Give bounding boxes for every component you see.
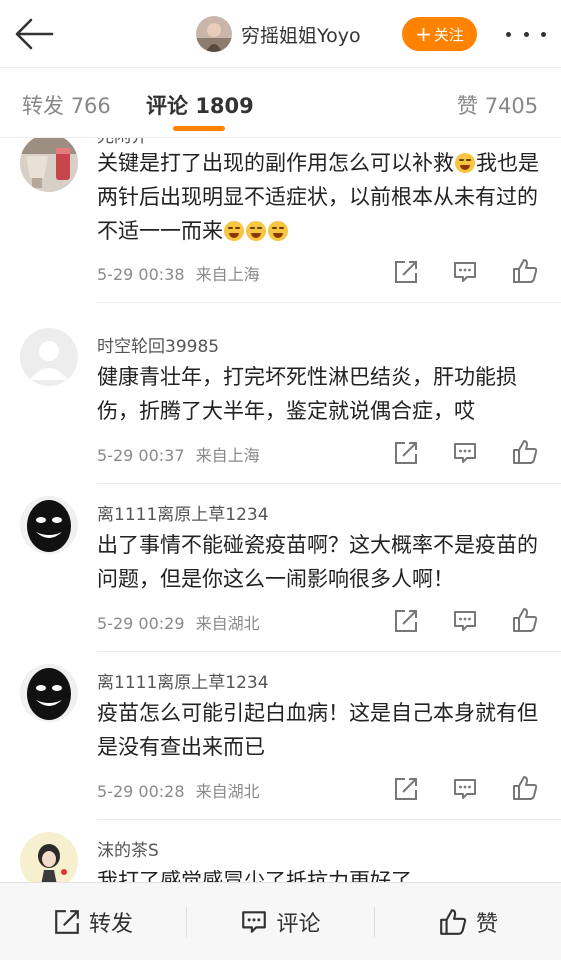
commenter-avatar[interactable] bbox=[20, 832, 78, 882]
crying-laughing-emoji-icon bbox=[455, 153, 475, 173]
comment-meta: 5-29 00:28 来自湖北 bbox=[97, 778, 260, 802]
tab-comments-count: 1809 bbox=[195, 94, 254, 118]
comment-meta: 5-29 00:29 来自湖北 bbox=[97, 610, 260, 634]
commenter-name[interactable]: 沫的茶S bbox=[97, 836, 159, 861]
like-icon[interactable] bbox=[511, 438, 541, 468]
comment-time: 5-29 00:38 bbox=[97, 265, 185, 284]
tab-repost-label: 转发 bbox=[22, 94, 64, 118]
commenter-avatar[interactable] bbox=[20, 328, 78, 386]
comment-icon[interactable] bbox=[452, 608, 482, 638]
tab-likes[interactable]: 赞 7405 bbox=[457, 90, 538, 120]
comment-location: 来自上海 bbox=[195, 265, 260, 284]
comment-time: 5-29 00:28 bbox=[97, 782, 185, 801]
comment-text-part: 关键是打了出现的副作用怎么可以补救 bbox=[97, 151, 454, 175]
tab-repost-count: 766 bbox=[70, 94, 111, 118]
repost-icon[interactable] bbox=[393, 608, 423, 638]
tab-comments-label: 评论 bbox=[146, 94, 188, 118]
tab-bar: 转发 766 评论 1809 赞 7405 bbox=[0, 68, 561, 138]
like-icon[interactable] bbox=[511, 257, 541, 287]
back-arrow-icon[interactable] bbox=[14, 16, 54, 52]
like-button[interactable]: 赞 bbox=[375, 883, 561, 960]
comment-meta: 5-29 00:37 来自上海 bbox=[97, 442, 260, 466]
follow-plus-icon: + bbox=[415, 22, 432, 46]
comment-list: 兆闲乔 关键是打了出现的副作用怎么可以补救我也是两针后出现明显不适症状，以前根本… bbox=[0, 138, 561, 882]
comment-icon[interactable] bbox=[452, 259, 482, 289]
tab-comments[interactable]: 评论 1809 bbox=[146, 90, 254, 120]
comment-item: 离1111离原上草1234 疫苗怎么可能引起白血病！这是自己本身就有但是没有查出… bbox=[0, 652, 561, 820]
tab-likes-count: 7405 bbox=[484, 94, 539, 118]
follow-button[interactable]: + 关注 bbox=[402, 17, 477, 51]
repost-icon[interactable] bbox=[393, 259, 423, 289]
comment-icon[interactable] bbox=[452, 776, 482, 806]
repost-button[interactable]: 转发 bbox=[0, 883, 186, 960]
user-avatar[interactable] bbox=[196, 16, 232, 52]
tab-repost[interactable]: 转发 766 bbox=[22, 90, 111, 120]
comment-text: 我打了感觉感冒少了抵抗力更好了 bbox=[97, 869, 412, 882]
follow-label: 关注 bbox=[433, 25, 464, 44]
comment-location: 来自湖北 bbox=[195, 614, 260, 633]
comment-item: 时空轮回39985 健康青壮年，打完坏死性淋巴结炎，肝功能损伤，折腾了大半年，鉴… bbox=[0, 304, 561, 484]
comment-text: 疫苗怎么可能引起白血病！这是自己本身就有但是没有查出来而已 bbox=[97, 701, 538, 759]
laughing-emoji-icon bbox=[224, 221, 244, 241]
commenter-avatar[interactable] bbox=[20, 664, 78, 722]
repost-label: 转发 bbox=[88, 912, 133, 937]
comment-item: 离1111离原上草1234 出了事情不能碰瓷疫苗啊？这大概率不是疫苗的问题，但是… bbox=[0, 484, 561, 652]
comment-meta: 5-29 00:38 来自上海 bbox=[97, 261, 260, 285]
commenter-name[interactable]: 离1111离原上草1234 bbox=[97, 668, 269, 693]
comment-time: 5-29 00:37 bbox=[97, 446, 185, 465]
comment-item: 沫的茶S 我打了感觉感冒少了抵抗力更好了 bbox=[0, 820, 561, 882]
like-icon[interactable] bbox=[511, 774, 541, 804]
like-label: 赞 bbox=[475, 912, 498, 937]
commenter-name[interactable]: 离1111离原上草1234 bbox=[97, 500, 269, 525]
tab-likes-label: 赞 bbox=[457, 94, 478, 118]
top-nav-bar: 穷摇姐姐Yoyo + 关注 bbox=[0, 0, 561, 68]
comment-icon[interactable] bbox=[452, 440, 482, 470]
comment-separator bbox=[97, 302, 561, 303]
comment-text: 健康青壮年，打完坏死性淋巴结炎，肝功能损伤，折腾了大半年，鉴定就说偶合症，哎 bbox=[97, 365, 517, 423]
comment-text: 关键是打了出现的副作用怎么可以补救 我也是两针后出现明显不适症状，以前根本从未有过… bbox=[97, 146, 545, 248]
comment-text: 出了事情不能碰瓷疫苗啊？这大概率不是疫苗的问题，但是你这么一闹影响很多人啊！ bbox=[97, 533, 538, 591]
bottom-action-bar: 转发 评论 赞 bbox=[0, 882, 561, 960]
comment-label: 评论 bbox=[276, 912, 321, 937]
comment-location: 来自上海 bbox=[195, 446, 260, 465]
commenter-avatar[interactable] bbox=[20, 496, 78, 554]
comment-location: 来自湖北 bbox=[195, 782, 260, 801]
like-icon[interactable] bbox=[511, 606, 541, 636]
repost-icon[interactable] bbox=[393, 776, 423, 806]
header-user[interactable]: 穷摇姐姐Yoyo bbox=[196, 16, 361, 52]
header-username[interactable]: 穷摇姐姐Yoyo bbox=[241, 21, 361, 48]
comment-item: 兆闲乔 关键是打了出现的副作用怎么可以补救我也是两针后出现明显不适症状，以前根本… bbox=[0, 138, 561, 303]
comment-time: 5-29 00:29 bbox=[97, 614, 185, 633]
more-options-icon[interactable] bbox=[506, 27, 546, 41]
active-tab-indicator bbox=[173, 126, 225, 131]
commenter-avatar[interactable] bbox=[20, 138, 78, 192]
comment-icon bbox=[242, 911, 267, 933]
commenter-name[interactable]: 时空轮回39985 bbox=[97, 332, 219, 357]
like-icon bbox=[440, 909, 467, 935]
repost-icon bbox=[55, 910, 79, 934]
laughing-emoji-icon bbox=[246, 221, 266, 241]
laughing-emoji-icon bbox=[268, 221, 288, 241]
repost-icon[interactable] bbox=[393, 440, 423, 470]
comment-button[interactable]: 评论 bbox=[187, 883, 374, 960]
